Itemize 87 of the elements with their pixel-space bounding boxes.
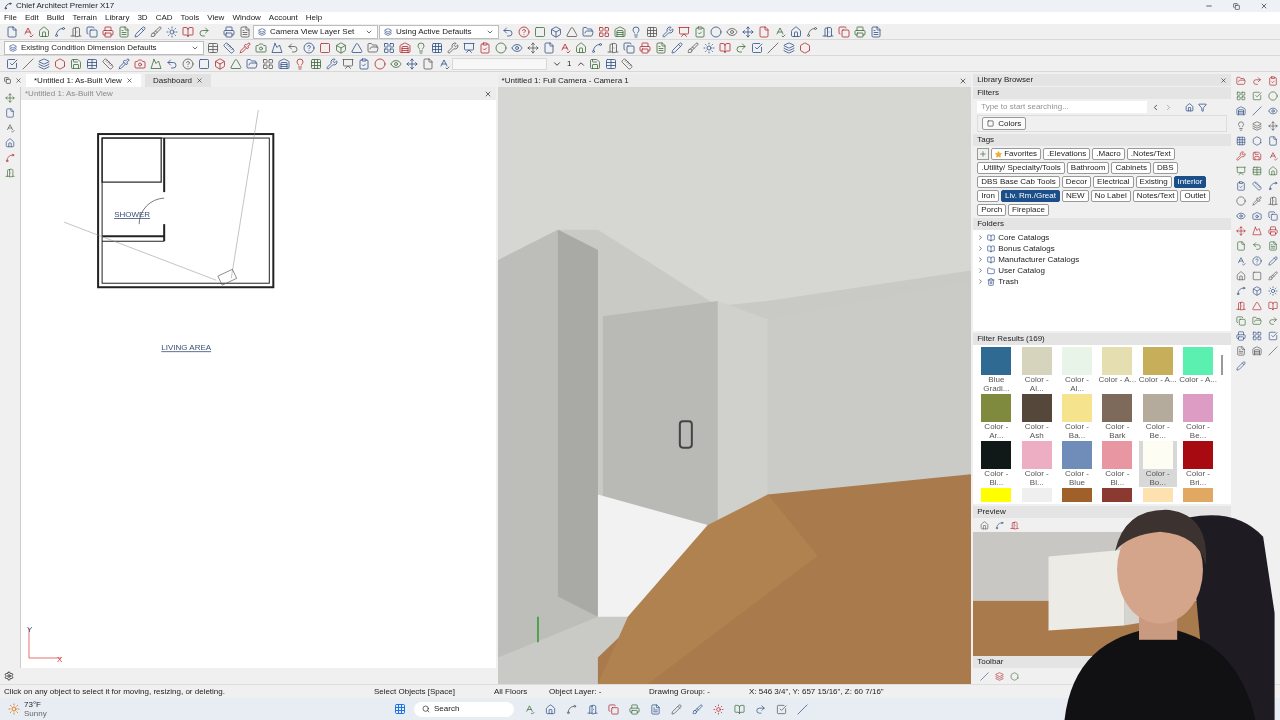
color-swatch-item[interactable]: Color - A... <box>1098 347 1137 393</box>
tag-chip[interactable]: NEW <box>1062 190 1089 202</box>
section-header: Filter Results (169) <box>977 333 1045 345</box>
status-text: Object Layer: - <box>549 685 603 698</box>
color-swatch-item[interactable]: Color - Bl... <box>977 441 1016 487</box>
room-label: LIVING AREA <box>161 343 212 353</box>
search-field[interactable]: Search <box>414 701 514 717</box>
menu-item[interactable]: File <box>4 12 17 24</box>
tag-chip[interactable]: Outlet <box>1180 190 1210 202</box>
menu-item[interactable]: Tools <box>180 12 200 24</box>
colors-button[interactable]: Colors <box>982 117 1027 130</box>
status-text: X: 546 3/4", Y: 657 15/16", Z: 60 7/16" <box>749 685 885 698</box>
tag-chip[interactable]: .Elevations <box>1043 148 1091 160</box>
section-header: Filters <box>977 87 999 99</box>
status-text: Drawing Group: - <box>649 685 711 698</box>
tag-chip[interactable]: .Utility/ Specialty/Tools <box>977 162 1065 174</box>
tag-chip[interactable]: Cabinets <box>1111 162 1152 174</box>
tag-chip[interactable]: Decor <box>1061 176 1092 188</box>
color-swatch-item[interactable]: Color - Bark <box>1098 394 1137 440</box>
menu-item[interactable]: Help <box>305 12 323 24</box>
tag-chip[interactable]: Liv. Rm./Great <box>1001 190 1060 202</box>
color-swatch-item[interactable]: Color - Al... <box>1057 347 1097 393</box>
tag-chip[interactable]: Notes/Text <box>1132 190 1179 202</box>
color-swatch-item[interactable]: Blue Gradi... <box>977 347 1016 393</box>
section-header: Toolbar <box>977 656 1004 668</box>
tag-chip[interactable]: Favorites <box>991 148 1042 160</box>
tag-chip[interactable]: No Label <box>1090 190 1131 202</box>
tag-chip[interactable]: Porch <box>977 204 1007 216</box>
color-swatch-item[interactable]: Color - Bri... <box>1178 441 1218 487</box>
tag-chip[interactable]: Interior <box>1173 176 1207 188</box>
temperature-text: 73°F <box>24 700 42 709</box>
folder-item[interactable]: Trash <box>977 276 1227 287</box>
color-swatch-item[interactable]: Color - Be... <box>1138 394 1177 440</box>
tag-chip[interactable]: Iron <box>977 190 999 202</box>
menu-item[interactable]: CAD <box>155 12 173 24</box>
tag-chip[interactable]: .Macro <box>1092 148 1125 160</box>
status-text: All Floors <box>494 685 529 698</box>
menu-item[interactable]: View <box>207 12 225 24</box>
menu-item[interactable]: Window <box>232 12 261 24</box>
color-swatch-item[interactable]: Color - A... <box>1178 347 1218 393</box>
menu-item[interactable]: Build <box>46 12 65 24</box>
window-title: Chief Architect Premier X17 <box>16 0 116 12</box>
tag-chip[interactable]: .Notes/Text <box>1126 148 1175 160</box>
tag-chip[interactable]: DBS Base Cab Tools <box>977 176 1060 188</box>
section-header: Preview <box>977 506 1006 518</box>
tag-chip[interactable]: Electrical <box>1093 176 1134 188</box>
folder-item[interactable]: Manufacturer Catalogs <box>977 254 1227 265</box>
tag-chip[interactable]: Bathroom <box>1066 162 1110 174</box>
status-text: Click on any object to select it for moving, resizing, or deleting. <box>4 685 226 698</box>
axis-label: X <box>57 654 63 666</box>
color-swatch-item[interactable]: Color - Be... <box>1178 394 1218 440</box>
menu-item[interactable]: Terrain <box>72 12 97 24</box>
tag-chip[interactable]: DBS <box>1153 162 1178 174</box>
color-swatch-item[interactable]: Color - Bo... <box>1138 441 1177 487</box>
axis-label: Y <box>27 624 33 636</box>
color-swatch-item[interactable]: Color - A... <box>1138 347 1177 393</box>
menu-item[interactable]: 3D <box>137 12 148 24</box>
floor-number: 1 <box>566 57 573 70</box>
room-label: SHOWER <box>114 210 151 220</box>
dropdown[interactable]: Camera View Layer Set <box>253 24 378 39</box>
dropdown[interactable]: Existing Condition Dimension Defaults <box>4 40 204 55</box>
tag-chip[interactable]: Existing <box>1135 176 1172 188</box>
folder-item[interactable]: Core Catalogs <box>977 232 1227 243</box>
dropdown[interactable]: Using Active Defaults <box>379 24 499 39</box>
tag-chip[interactable]: Fireplace <box>1008 204 1049 216</box>
color-swatch-item[interactable]: Color - Al... <box>1017 347 1056 393</box>
color-swatch-item[interactable]: Color - Bl... <box>1098 441 1137 487</box>
document-tab[interactable]: *Untitled 1: As-Built View <box>26 74 141 87</box>
color-swatch-item[interactable]: Color - Ash <box>1017 394 1056 440</box>
search-field[interactable]: Type to start searching... <box>977 101 1148 113</box>
menu-item[interactable]: Account <box>268 12 298 24</box>
menu-item[interactable]: Library <box>104 12 130 24</box>
section-header: Folders <box>977 218 1004 230</box>
status-text: Select Objects [Space] <box>374 685 456 698</box>
weather-text: Sunny <box>24 709 48 718</box>
document-tab[interactable]: Dashboard <box>144 74 212 87</box>
folder-item[interactable]: User Catalog <box>977 265 1227 276</box>
color-swatch-item[interactable]: Color - Ar... <box>977 394 1016 440</box>
view-title: *Untitled 1: Full Camera - Camera 1 <box>501 74 630 87</box>
view-title: *Untitled 1: As-Built View <box>25 87 114 100</box>
color-swatch-item[interactable]: Color - Bl... <box>1017 441 1056 487</box>
color-swatch-item[interactable]: Color - Blue <box>1057 441 1097 487</box>
folder-item[interactable]: Bonus Catalogs <box>977 243 1227 254</box>
section-header: Tags <box>977 134 995 146</box>
color-swatch-item[interactable]: Color - Ba... <box>1057 394 1097 440</box>
panel-title: Library Browser <box>977 74 1035 86</box>
menu-item[interactable]: Edit <box>24 12 39 24</box>
